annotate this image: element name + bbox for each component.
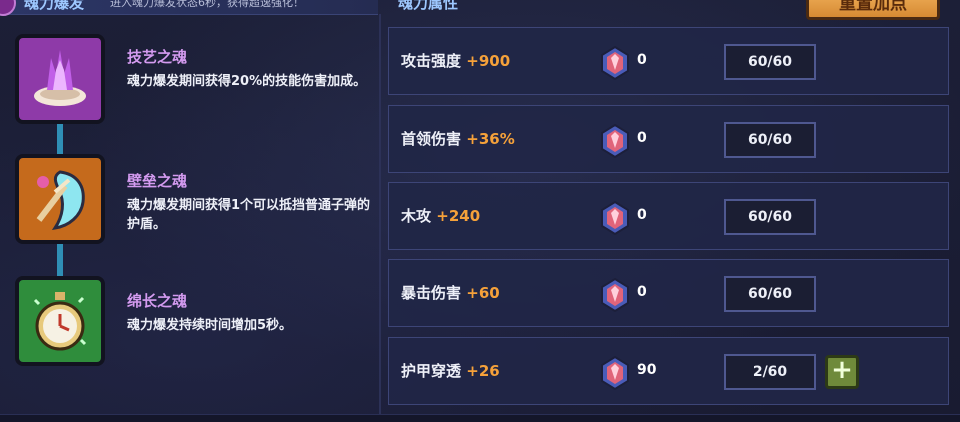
soul-gem-icon <box>601 356 629 390</box>
stat-row-armor-pen[interactable]: 护甲穿透 +26 90 2/60 + <box>388 337 949 405</box>
stat-bonus: +26 <box>466 362 500 380</box>
soul-name: 绵长之魂 <box>127 292 188 310</box>
soul-description: 魂力爆发期间获得1个可以抵挡普通子弹的护盾。 <box>127 198 371 232</box>
stat-name: 护甲穿透 +26 <box>401 362 500 380</box>
stat-row-attack[interactable]: 攻击强度 +900 0 60/60 <box>388 27 949 95</box>
add-point-button[interactable]: + <box>825 355 859 389</box>
stat-bonus: +900 <box>466 52 511 70</box>
stat-level: 60/60 <box>724 44 816 80</box>
stat-row-boss-damage[interactable]: 首领伤害 +36% 0 60/60 <box>388 105 949 173</box>
stat-bonus: +36% <box>466 130 515 148</box>
panel-divider <box>379 14 381 414</box>
stat-cost: 0 <box>637 207 647 223</box>
stat-level: 60/60 <box>724 199 816 235</box>
stat-cost: 0 <box>637 52 647 68</box>
soul-gem-icon <box>601 124 629 158</box>
stat-bonus: +240 <box>436 207 481 225</box>
stat-name: 木攻 +240 <box>401 207 481 225</box>
stat-row-wood-attack[interactable]: 木攻 +240 0 60/60 <box>388 182 949 250</box>
shield-icon <box>15 154 105 244</box>
stat-name: 攻击强度 +900 <box>401 52 511 70</box>
purple-crystal-icon <box>15 34 105 124</box>
stat-bonus: +60 <box>466 284 500 302</box>
stat-level: 60/60 <box>724 276 816 312</box>
soul-badge-icon <box>0 0 16 16</box>
stat-level: 2/60 <box>724 354 816 390</box>
stat-name: 暴击伤害 +60 <box>401 284 500 302</box>
soul-item-endurance[interactable]: 绵长之魂 魂力爆发持续时间增加5秒。 <box>15 276 375 366</box>
soul-gem-icon <box>601 201 629 235</box>
soul-burst-title: 魂力爆发 <box>24 0 85 12</box>
soul-name: 壁垒之魂 <box>127 172 188 190</box>
soul-description: 魂力爆发持续时间增加5秒。 <box>127 318 293 333</box>
stat-cost: 0 <box>637 284 647 300</box>
soul-item-skill[interactable]: 技艺之魂 魂力爆发期间获得20%的技能伤害加成。 <box>15 34 375 124</box>
stat-level: 60/60 <box>724 122 816 158</box>
reset-points-button[interactable]: 重置加点 <box>806 0 940 20</box>
stat-cost: 0 <box>637 130 647 146</box>
soul-name: 技艺之魂 <box>127 48 188 66</box>
soul-burst-hint: 进入魂力爆发状态6秒，获得超逸强化！ <box>110 0 304 9</box>
soul-gem-icon <box>601 46 629 80</box>
stat-cost: 90 <box>637 362 657 378</box>
soul-connector <box>57 244 63 278</box>
stat-row-crit-damage[interactable]: 暴击伤害 +60 0 60/60 <box>388 259 949 327</box>
soul-item-barrier[interactable]: 壁垒之魂 魂力爆发期间获得1个可以抵挡普通子弹的护盾。 <box>15 154 375 244</box>
soul-gem-icon <box>601 278 629 312</box>
soul-description: 魂力爆发期间获得20%的技能伤害加成。 <box>127 74 367 89</box>
soul-burst-header: 魂力爆发 进入魂力爆发状态6秒，获得超逸强化！ <box>0 0 378 16</box>
stopwatch-icon <box>15 276 105 366</box>
soul-attributes-title: 魂力属性 <box>398 0 459 12</box>
soul-connector <box>57 124 63 156</box>
stat-name: 首领伤害 +36% <box>401 130 515 148</box>
